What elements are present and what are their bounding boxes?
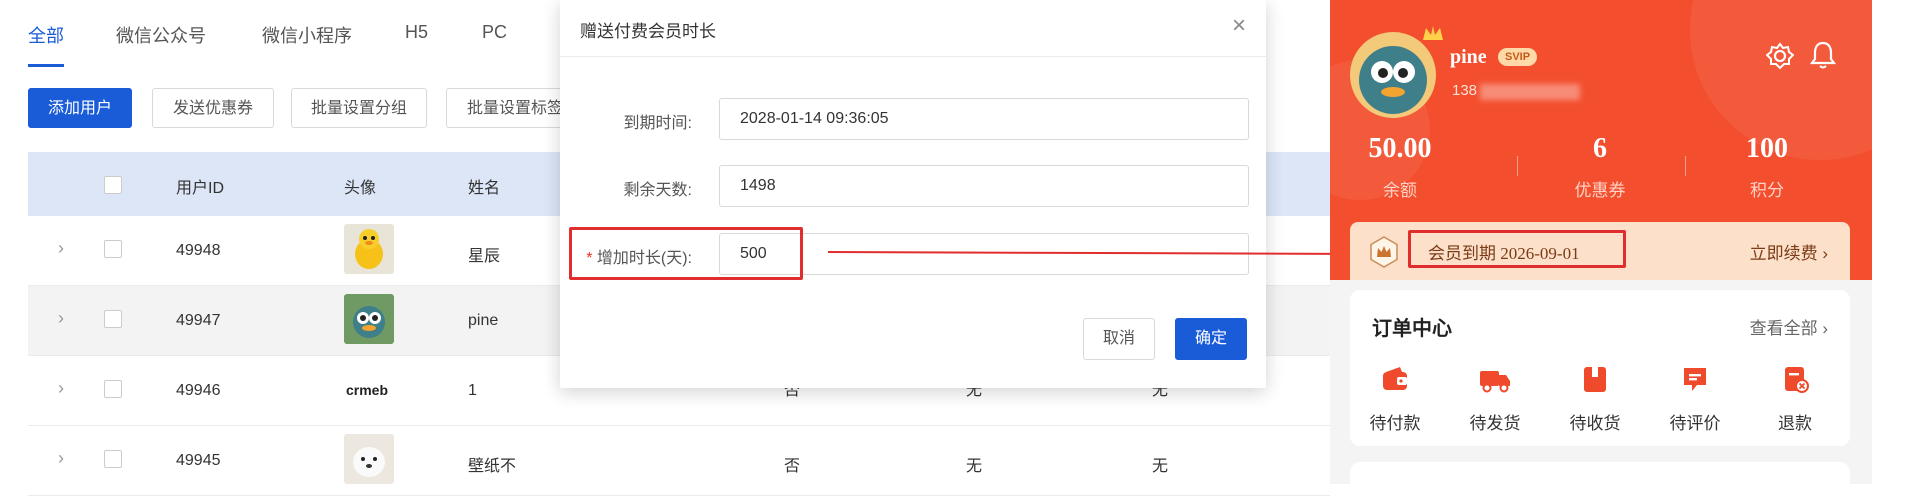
member-crown-icon (1370, 236, 1398, 268)
row-col4: 否 (784, 458, 801, 475)
user-name: 壁纸不 (468, 458, 517, 475)
renew-link[interactable]: 立即续费 › (1750, 239, 1828, 264)
expire-time-label: 到期时间: (623, 115, 692, 132)
order-label: 待评价 (1669, 414, 1721, 433)
mobile-preview: pine SVIP 138 50.00 余额 6 优惠券 100 积分 会员到期… (1330, 0, 1872, 484)
profile-header: pine SVIP 138 50.00 余额 6 优惠券 100 积分 会员到期… (1330, 0, 1872, 280)
expire-time-input[interactable]: 2028-01-14 09:36:05 (719, 98, 1249, 140)
svip-badge: SVIP (1498, 48, 1538, 66)
expand-chevron-icon[interactable]: › (58, 308, 64, 329)
active-tab-indicator (28, 64, 64, 67)
box-icon (1584, 367, 1606, 392)
order-pending-shipment[interactable]: 待发货 (1455, 364, 1535, 434)
coupon-value: 6 (1593, 133, 1607, 164)
tab-all[interactable]: 全部 (28, 22, 64, 48)
table-row[interactable]: › 49945 壁纸不 否 无 无 (28, 426, 1330, 496)
avatar-logo-text: crmeb (346, 382, 389, 398)
annotation-arrow (828, 247, 1382, 261)
profile-username: pine (1450, 46, 1487, 68)
tab-h5[interactable]: H5 (405, 22, 428, 43)
send-coupon-button[interactable]: 发送优惠券 (152, 88, 274, 128)
select-all-checkbox[interactable] (104, 176, 122, 194)
settings-icon[interactable] (1766, 42, 1794, 70)
highlight-box (569, 227, 803, 280)
order-pending-receipt[interactable]: 待收货 (1555, 364, 1635, 434)
profile-avatar[interactable] (1350, 32, 1436, 118)
row-checkbox[interactable] (104, 240, 122, 258)
user-id: 49948 (176, 242, 221, 259)
balance-label: 余额 (1383, 181, 1417, 200)
row-checkbox[interactable] (104, 380, 122, 398)
avatar (344, 294, 394, 344)
order-label: 退款 (1778, 414, 1812, 433)
row-col6: 无 (1152, 458, 1169, 475)
comment-icon (1684, 368, 1706, 391)
balance-value: 50.00 (1368, 133, 1432, 164)
next-card (1350, 462, 1850, 484)
user-name: pine (468, 312, 499, 329)
stat-divider (1685, 156, 1686, 176)
truck-icon (1480, 371, 1510, 393)
wallet-icon (1383, 367, 1407, 390)
expand-chevron-icon[interactable]: › (58, 448, 64, 469)
order-pending-payment[interactable]: 待付款 (1355, 364, 1435, 434)
highlight-box (1408, 230, 1626, 268)
confirm-button[interactable]: 确定 (1175, 318, 1247, 360)
gift-membership-dialog: 赠送付费会员时长 × 到期时间: 2028-01-14 09:36:05 剩余天… (560, 0, 1266, 388)
order-label: 待付款 (1369, 414, 1421, 433)
header-name: 姓名 (468, 180, 501, 197)
row-col5: 无 (966, 458, 983, 475)
phone-mask (1480, 84, 1580, 100)
dialog-divider (560, 56, 1266, 57)
order-label: 待收货 (1569, 414, 1621, 433)
row-checkbox[interactable] (104, 310, 122, 328)
header-user-id: 用户ID (176, 180, 225, 197)
add-user-button[interactable]: 添加用户 (28, 88, 132, 128)
user-id: 49946 (176, 382, 221, 399)
expand-chevron-icon[interactable]: › (58, 378, 64, 399)
remaining-days-label: 剩余天数: (623, 182, 692, 199)
user-id: 49945 (176, 452, 221, 469)
order-center-card: 订单中心 查看全部 › 待付款 待发货 待收货 待评价 退款 (1350, 290, 1850, 446)
coupon-label: 优惠券 (1574, 181, 1626, 200)
order-refund[interactable]: 退款 (1755, 364, 1835, 434)
stat-divider (1517, 156, 1518, 176)
avatar (344, 224, 394, 274)
order-label: 待发货 (1469, 414, 1521, 433)
points-label: 积分 (1750, 181, 1784, 200)
remaining-days-input[interactable]: 1498 (719, 165, 1249, 207)
bell-icon[interactable] (1810, 40, 1836, 70)
cancel-button[interactable]: 取消 (1083, 318, 1155, 360)
tab-wechat-official[interactable]: 微信公众号 (116, 22, 206, 48)
member-expire-bar[interactable]: 会员到期 2026-09-01 立即续费 › (1350, 222, 1850, 280)
view-all-orders-link[interactable]: 查看全部 › (1750, 314, 1828, 339)
header-avatar: 头像 (344, 180, 377, 197)
order-center-title: 订单中心 (1372, 318, 1452, 340)
expand-chevron-icon[interactable]: › (58, 238, 64, 259)
batch-group-button[interactable]: 批量设置分组 (291, 88, 427, 128)
close-icon[interactable]: × (1232, 12, 1246, 40)
order-pending-review[interactable]: 待评价 (1655, 364, 1735, 434)
crown-icon (1423, 26, 1443, 40)
refund-icon (1785, 367, 1809, 393)
profile-phone: 138 (1452, 82, 1478, 99)
user-id: 49947 (176, 312, 221, 329)
points-value: 100 (1746, 133, 1788, 164)
user-name: 1 (468, 382, 477, 399)
user-name: 星辰 (468, 248, 501, 265)
avatar (344, 434, 394, 484)
tab-wechat-mini[interactable]: 微信小程序 (262, 22, 352, 48)
tab-pc[interactable]: PC (482, 22, 507, 43)
dialog-title: 赠送付费会员时长 (580, 22, 716, 41)
row-checkbox[interactable] (104, 450, 122, 468)
